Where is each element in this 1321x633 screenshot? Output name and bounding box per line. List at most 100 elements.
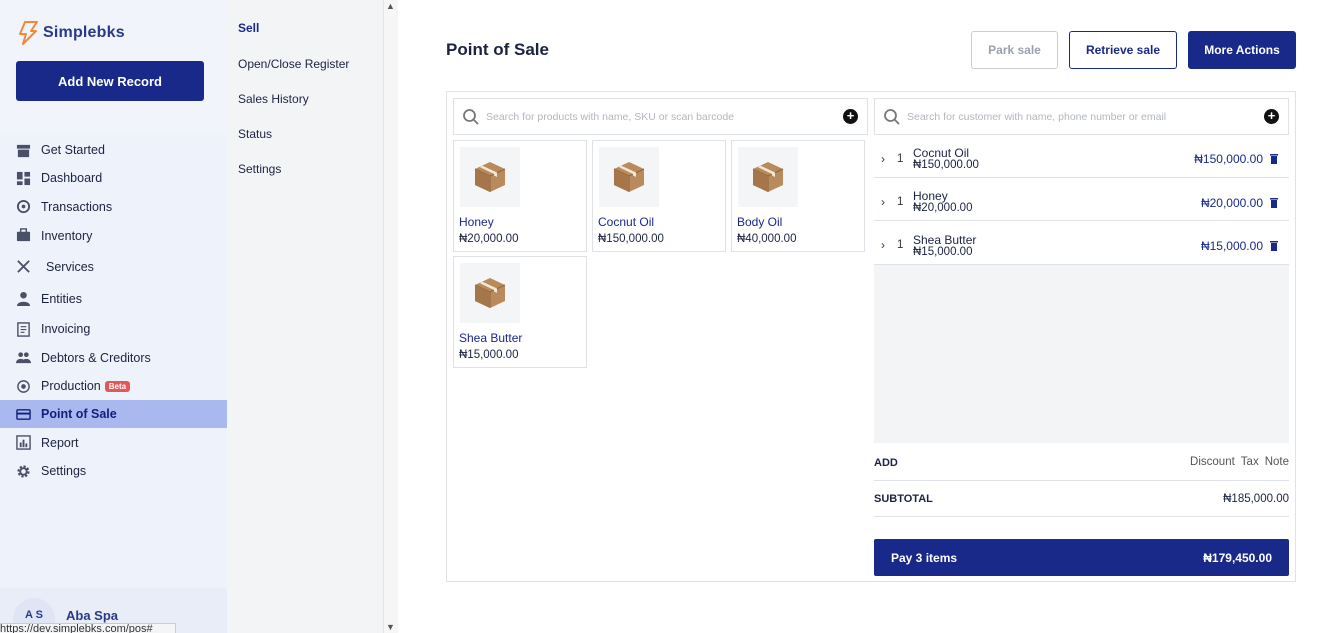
retrieve-sale-button[interactable]: Retrieve sale [1069,31,1177,69]
product-card[interactable]: Shea Butter ₦15,000.00 [453,256,587,368]
sidebar-item-transactions[interactable]: Transactions [0,193,227,220]
sidebar-item-label: Dashboard [41,171,103,185]
product-name: Honey [459,215,494,229]
add-customer-icon[interactable]: + [1264,109,1279,124]
sidebar-item-get-started[interactable]: Get Started [0,137,227,163]
product-search-input[interactable]: Search for products with name, SKU or sc… [486,111,843,123]
cart-row[interactable]: › 1 Honey ₦20,000.00 ₦20,000.00 [874,178,1289,221]
subnav: Sell Open/Close Register Sales History S… [227,0,383,633]
sidebar-item-label: Services [46,259,94,274]
product-search[interactable]: Search for products with name, SKU or sc… [453,98,868,135]
product-card[interactable]: Cocnut Oil ₦150,000.00 [592,140,726,252]
add-links: Discount Tax Note [1190,456,1289,468]
chevron-right-icon[interactable]: › [881,238,885,252]
search-icon [884,108,900,125]
sidebar-item-label: Get Started [41,143,105,157]
trash-icon[interactable] [1269,197,1279,208]
discount-link[interactable]: Discount [1190,456,1235,468]
briefcase-icon [16,228,31,243]
sidebar-item-label: Transactions [41,199,113,214]
product-name: Cocnut Oil [598,215,655,229]
sidebar-item-label: Production [41,379,101,393]
add-product-icon[interactable]: + [843,109,858,124]
trash-icon[interactable] [1269,240,1279,251]
product-price: ₦15,000.00 [459,349,519,361]
cart-item-price: ₦20,000.00 [913,202,973,214]
product-price: ₦40,000.00 [737,233,797,245]
page-title: Point of Sale [446,40,549,59]
product-card[interactable]: Honey ₦20,000.00 [453,140,587,252]
sidebar-item-label: Entities [41,291,82,306]
sidebar-item-point-of-sale[interactable]: Point of Sale [0,400,227,428]
sidebar-item-entities[interactable]: Entities [0,282,227,315]
sidebar: Simplebks Add New Record Get Started Das… [0,0,249,633]
product-name: Body Oil [737,215,783,229]
scroll-down-icon[interactable]: ▼ [386,622,395,632]
sidebar-item-label: Debtors & Creditors [41,350,151,365]
status-url: https://dev.simplebks.com/pos# [0,623,176,633]
add-label: ADD [874,457,898,469]
product-card[interactable]: Body Oil ₦40,000.00 [731,140,865,252]
divider [874,516,1289,517]
chevron-right-icon[interactable]: › [881,152,885,166]
cart-empty-area [874,265,1289,443]
pay-label: Pay 3 items [891,550,958,565]
customer-search-input[interactable]: Search for customer with name, phone num… [907,111,1264,123]
product-price: ₦20,000.00 [459,233,519,245]
park-sale-button[interactable]: Park sale [971,31,1058,69]
subnav-item-settings[interactable]: Settings [238,162,281,176]
sidebar-item-settings[interactable]: Settings [0,457,227,485]
add-new-record-button[interactable]: Add New Record [16,61,204,101]
search-icon [463,108,479,125]
box-icon [460,147,520,207]
pay-total: ₦179,450.00 [1203,550,1272,565]
box-icon [460,263,520,323]
scroll-up-icon[interactable]: ▲ [386,1,395,11]
cart-item-price: ₦150,000.00 [913,159,979,171]
subnav-item-status[interactable]: Status [238,127,272,141]
trash-icon[interactable] [1269,153,1279,164]
product-name: Shea Butter [459,331,523,345]
transactions-icon [16,199,31,214]
chevron-right-icon[interactable]: › [881,195,885,209]
subtotal-label: SUBTOTAL [874,493,933,505]
subnav-item-open-close-register[interactable]: Open/Close Register [238,57,349,71]
sidebar-item-label: Invoicing [41,322,91,336]
subnav-item-sales-history[interactable]: Sales History [238,92,309,106]
customer-search[interactable]: Search for customer with name, phone num… [874,98,1289,135]
sidebar-item-report[interactable]: Report [0,428,227,457]
gear-icon [16,464,31,479]
note-link[interactable]: Note [1265,456,1289,468]
tax-link[interactable]: Tax [1241,456,1259,468]
cart-quantity: 1 [897,239,904,251]
product-price: ₦150,000.00 [598,233,664,245]
beta-badge: Beta [104,380,131,392]
sidebar-item-inventory[interactable]: Inventory [0,220,227,251]
pay-button[interactable]: Pay 3 items ₦179,450.00 [874,539,1289,576]
sidebar-item-dashboard[interactable]: Dashboard [0,163,227,193]
box-icon [599,147,659,207]
user-name[interactable]: Aba Spa [66,608,118,623]
store-icon [16,143,31,158]
sidebar-item-invoicing[interactable]: Invoicing [0,315,227,343]
scrollbar[interactable]: ▲ ▼ [383,0,398,633]
tools-icon [16,259,31,274]
card-icon [16,407,31,422]
sidebar-item-production[interactable]: Production Beta [0,372,227,400]
sidebar-item-services[interactable]: Services [0,251,227,282]
sidebar-item-label: Inventory [41,228,93,243]
divider [874,480,1289,481]
cart-row[interactable]: › 1 Shea Butter ₦15,000.00 ₦15,000.00 [874,221,1289,265]
cart-row[interactable]: › 1 Cocnut Oil ₦150,000.00 ₦150,000.00 [874,141,1289,178]
cart-item-name: Shea Butter [913,233,977,247]
logo-icon [19,21,38,45]
logo[interactable]: Simplebks [17,20,125,46]
cart-quantity: 1 [897,153,904,165]
person-icon [16,291,31,306]
people-icon [16,350,31,365]
subnav-item-sell[interactable]: Sell [238,21,259,35]
sidebar-item-debtors-creditors[interactable]: Debtors & Creditors [0,343,227,372]
sidebar-item-label: Report [41,435,79,450]
more-actions-button[interactable]: More Actions [1188,31,1296,69]
logo-text: Simplebks [43,24,125,41]
